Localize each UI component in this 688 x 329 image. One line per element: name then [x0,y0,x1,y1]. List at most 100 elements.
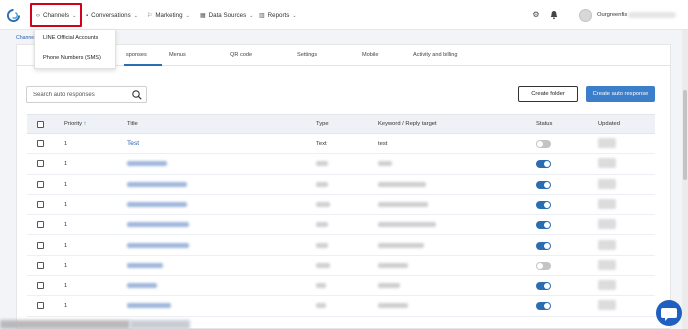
reports-icon: ▥ [259,13,265,19]
create-auto-response-button[interactable]: Create auto response [586,86,655,102]
row-updated-redacted [598,178,616,189]
row-checkbox[interactable] [37,261,44,269]
toggle-knob [544,201,550,208]
status-toggle[interactable] [536,180,551,189]
row-checkbox[interactable] [37,200,44,208]
tab-activity-billing[interactable]: Activity and billing [413,52,457,58]
row-keyword-redacted [378,303,408,309]
row-title-redacted [127,201,187,207]
toggle-knob [537,262,543,269]
toggle-knob [544,283,550,290]
notification-bell-icon[interactable] [549,10,559,20]
row-keyword-redacted [378,262,408,268]
chevron-down-icon: ⌄ [292,12,297,19]
column-keyword-reply-target[interactable]: Keyword / Reply target [378,121,437,127]
toggle-knob [544,303,550,310]
organization-name-redacted [628,12,676,18]
create-folder-button[interactable]: Create folder [518,86,578,102]
table-row[interactable]: 1 [27,236,655,256]
status-toggle[interactable] [536,261,551,270]
tab-auto-responses[interactable]: sponses [126,52,147,58]
column-priority[interactable]: Priority ↑ [64,121,87,127]
menu-item-phone-numbers-sms[interactable]: Phone Numbers (SMS) [43,55,101,61]
nav-reports-label: Reports [267,12,290,19]
status-toggle[interactable] [536,302,551,311]
nav-reports[interactable]: ▥ Reports ⌄ [259,10,297,21]
nav-conversations[interactable]: ▪ Conversations ⌄ [86,10,138,21]
column-updated[interactable]: Updated [598,121,620,127]
tab-menus[interactable]: Menus [169,52,186,58]
table-row[interactable]: 1 [27,154,655,175]
status-toggle[interactable] [536,282,551,291]
search-input[interactable] [33,91,129,99]
table-row[interactable]: 1 Test Text test [27,134,655,155]
row-checkbox[interactable] [37,140,44,147]
nav-marketing[interactable]: ⚐ Marketing ⌄ [147,10,190,21]
row-updated-redacted [598,280,616,291]
row-checkbox[interactable] [37,160,44,168]
tab-mobile[interactable]: Mobile [362,52,378,58]
column-status[interactable]: Status [536,121,552,127]
user-avatar[interactable] [579,9,592,22]
row-priority: 1 [64,283,68,290]
table-row[interactable]: 1 [27,215,655,236]
menu-item-line-official-accounts[interactable]: LINE Official Accounts [43,35,98,41]
table-row[interactable]: 1 [27,256,655,277]
toggle-knob [544,181,550,188]
row-keyword-redacted [378,283,400,289]
table-row[interactable]: 1 [27,276,655,297]
search-icon[interactable] [131,89,143,101]
tab-qr-code[interactable]: QR code [230,52,252,58]
row-priority: 1 [64,161,68,168]
chat-support-button[interactable] [656,300,682,326]
row-keyword-redacted [378,222,436,228]
column-title[interactable]: Title [127,121,138,127]
row-type-redacted [316,283,326,289]
column-type[interactable]: Type [316,121,329,127]
row-updated-redacted [598,239,616,250]
active-tab-indicator [124,64,162,66]
status-toggle[interactable] [536,160,551,169]
row-updated-redacted [598,259,616,270]
select-all-checkbox[interactable] [37,121,44,128]
channels-dropdown-menu: LINE Official Accounts Phone Numbers (SM… [34,29,116,69]
app-logo-icon[interactable] [7,9,20,22]
row-checkbox[interactable] [37,221,44,229]
nav-data-sources-label: Data Sources [208,12,247,19]
status-toggle[interactable] [536,200,551,209]
marketing-icon: ⚐ [147,13,153,19]
row-keyword-redacted [378,161,392,167]
row-updated-redacted [598,300,616,311]
settings-gear-icon[interactable]: ⚙ [531,10,541,20]
row-priority: 1 [64,181,68,188]
status-toggle[interactable] [536,221,551,230]
redacted-region [130,320,190,329]
row-keyword: test [378,141,388,147]
status-toggle[interactable] [536,241,551,250]
table-row[interactable]: 1 [27,296,655,317]
organization-name[interactable]: Ourgreenfis [597,12,627,18]
toggle-knob [537,141,543,147]
status-toggle[interactable] [536,140,551,148]
row-type: Text [316,141,327,147]
row-title-link[interactable]: Test [127,140,139,147]
scrollbar-thumb[interactable] [683,90,687,180]
row-type-redacted [316,303,326,309]
column-priority-label: Priority [64,121,83,127]
row-priority: 1 [64,242,68,249]
row-checkbox[interactable] [37,282,44,290]
row-priority: 1 [64,303,68,310]
row-checkbox[interactable] [37,302,44,310]
nav-data-sources[interactable]: ▦ Data Sources ⌄ [200,10,253,21]
tab-settings[interactable]: Settings [297,52,317,58]
row-title-redacted [127,262,163,268]
row-checkbox[interactable] [37,180,44,188]
search-box [26,86,147,103]
conversations-icon: ▪ [86,12,89,19]
row-checkbox[interactable] [37,241,44,249]
table-row[interactable]: 1 [27,175,655,195]
toggle-knob [544,222,550,229]
chevron-down-icon: ⌄ [249,12,254,19]
row-keyword-redacted [378,181,426,187]
table-row[interactable]: 1 [27,195,655,216]
